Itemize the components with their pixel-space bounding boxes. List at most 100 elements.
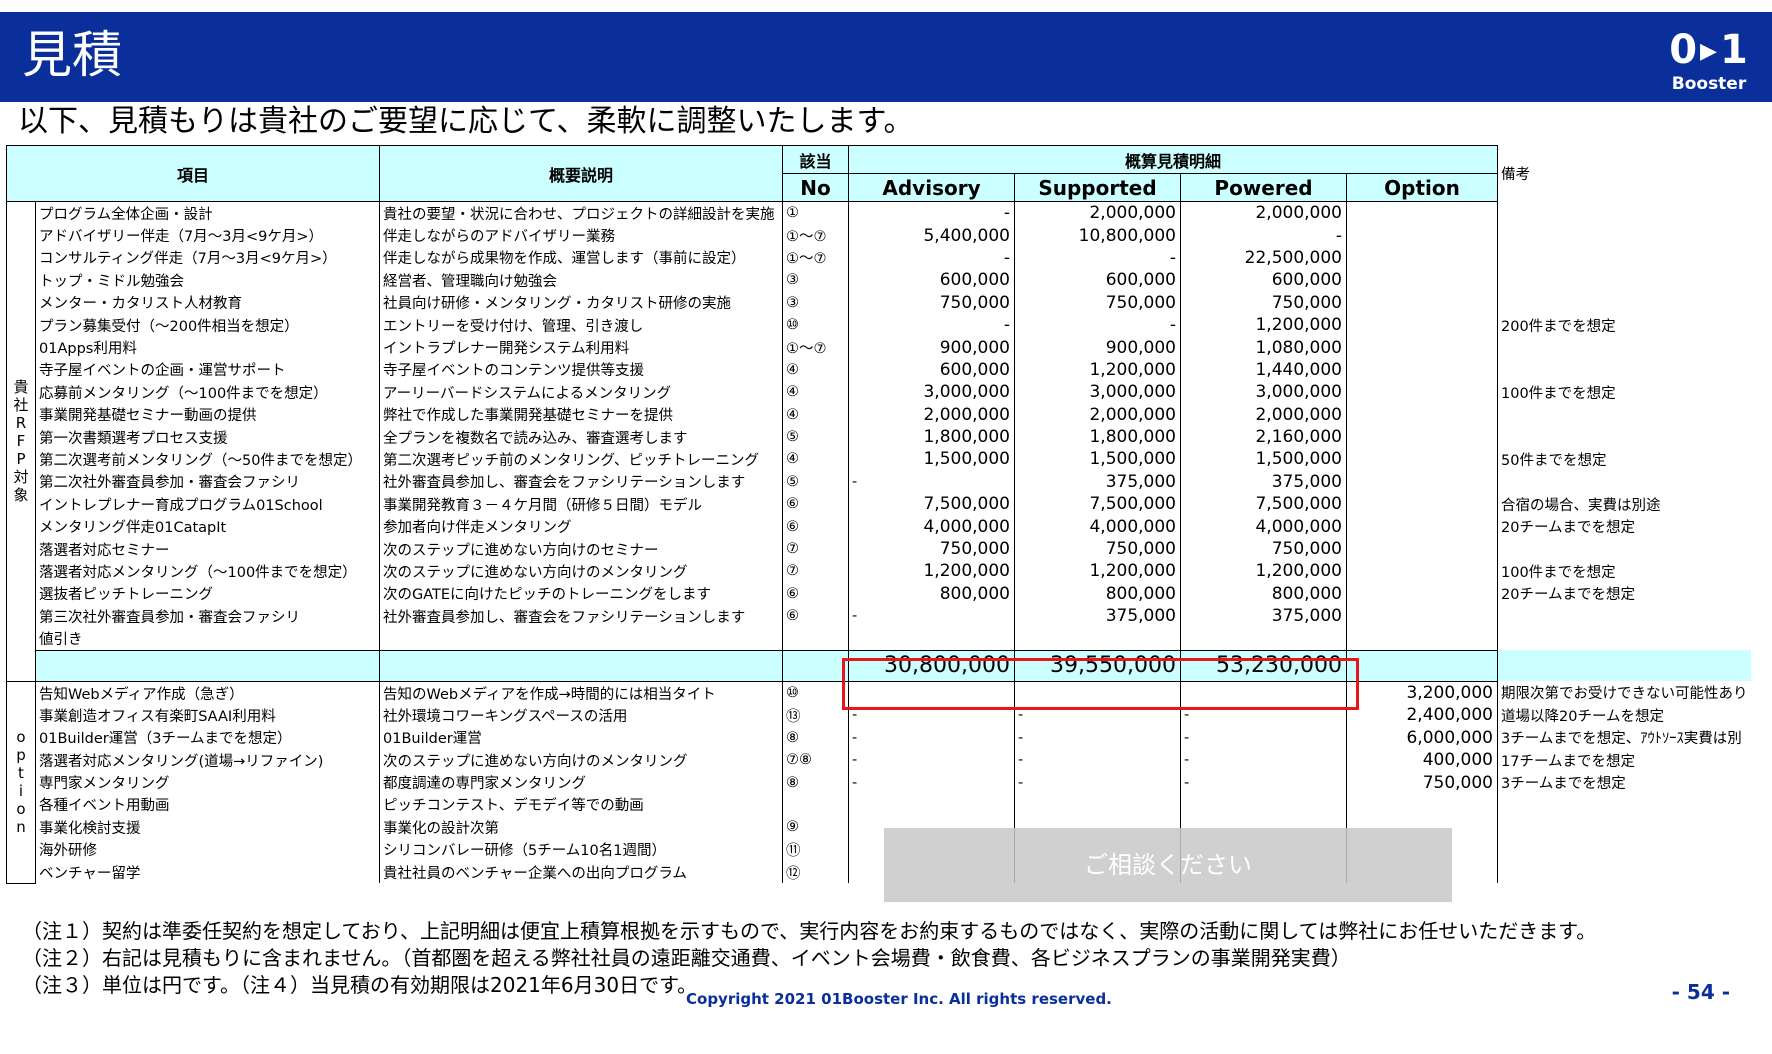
cell-desc: 全プランを複数名で読み込み、審査選考します (379, 425, 783, 449)
option-section: o p t i o n 告知Webメディア作成（急ぎ） 告知のWebメディアを作成→時間的には… (6, 680, 1751, 884)
total-item (35, 649, 380, 682)
cell-no: ⑥ (782, 605, 849, 628)
cell-item: 落選者対応メンタリング（～100件までを想定） (35, 560, 380, 583)
cell-option (1346, 269, 1498, 292)
cell-desc: 告知のWebメディアを作成→時間的には相当タイト (379, 681, 783, 705)
cell-note (1498, 336, 1751, 358)
cell-desc: 寺子屋イベントのコンテンツ提供等支援 (379, 358, 783, 382)
cell-note: 期限次第でお受けできない可能性あり (1501, 686, 1748, 703)
cell-option (1346, 582, 1498, 606)
cell-powered: - (1180, 224, 1347, 247)
total-desc (379, 649, 783, 682)
cell-advisory: 4,000,000 (848, 515, 1015, 538)
cell-advisory: 5,400,000 (848, 224, 1015, 247)
cell-no: ①～⑦ (782, 336, 849, 359)
cell-no (782, 793, 849, 817)
cell-powered: 800,000 (1180, 582, 1347, 606)
cell-option: 2,400,000 (1346, 704, 1498, 727)
total-no (782, 649, 849, 682)
header-option: Option (1346, 173, 1498, 202)
copyright: Copyright 2021 01Booster Inc. All rights… (686, 990, 1112, 1008)
cell-no: ④ (782, 403, 849, 426)
cell-item: 第一次書類選考プロセス支援 (35, 425, 380, 449)
cell-option (1346, 358, 1498, 382)
cell-option (1346, 448, 1498, 471)
cell-advisory: 3,000,000 (848, 381, 1015, 404)
cell-item: 専門家メンタリング (35, 771, 380, 794)
cell-powered: 1,500,000 (1180, 448, 1347, 471)
cell-item: 01Builder運営（3チームまでを想定） (35, 726, 380, 749)
header-advisory: Advisory (848, 173, 1015, 202)
cell-advisory: - (848, 748, 1015, 772)
cell-powered (1180, 627, 1347, 651)
cell-item: 事業創造オフィス有楽町SAAI利用料 (35, 704, 380, 727)
cell-advisory: 1,800,000 (848, 425, 1015, 449)
cell-supported: 10,800,000 (1014, 224, 1181, 247)
cell-advisory: - (848, 605, 1015, 628)
cell-no: ①～⑦ (782, 246, 849, 270)
cell-desc: 弊社で作成した事業開発基礎セミナーを提供 (379, 403, 783, 426)
cell-desc: 伴走しながら成果物を作成、運営します（事前に設定） (379, 246, 783, 270)
table-row: ベンチャー留学 貴社社員のベンチャー企業への出向プログラム ⑫ (7, 860, 1751, 884)
cell-powered: - (1180, 748, 1347, 772)
cell-desc: エントリーを受け付け、管理、引き渡し (379, 313, 783, 337)
cell-powered: 750,000 (1180, 537, 1347, 561)
cell-item: ベンチャー留学 (35, 860, 380, 884)
cell-option (1346, 470, 1498, 494)
cell-no: ⑥ (782, 493, 849, 516)
cell-note: 合宿の場合、実費は別途 (1501, 497, 1661, 514)
option-side-label: option (6, 680, 36, 884)
cell-option (1346, 425, 1498, 449)
table-row: 第三次社外審査員参加・審査会ファシリ 社外審査員参加し、審査会をファシリテーション… (7, 605, 1751, 628)
cell-desc: シリコンバレー研修（5チーム10名1週間） (379, 838, 783, 861)
cell-option (1346, 537, 1498, 561)
cell-no: ⑤ (782, 425, 849, 449)
cell-option (1346, 246, 1498, 270)
table-row: 落選者対応メンタリング（～100件までを想定） 次のステップに進めない方向けのメン… (7, 560, 1751, 583)
cell-advisory: 600,000 (848, 358, 1015, 382)
table-row: アドバイザリー伴走（7月～3月<9ケ月>） 伴走しながらのアドバイザリー業務 ①～⑦… (7, 224, 1751, 247)
cell-supported (1014, 627, 1181, 651)
cell-advisory: 7,500,000 (848, 493, 1015, 516)
total-option (1346, 649, 1498, 682)
estimate-table: 項目 概要説明 該当 概算見積明細 備考 No Advisory Support… (6, 145, 1751, 884)
cell-option (1346, 793, 1498, 817)
table-row: 各種イベント用動画 ピッチコンテスト、デモデイ等での動画 (7, 793, 1751, 817)
cell-powered: 4,000,000 (1180, 515, 1347, 538)
cell-desc: 貴社の要望・状況に合わせ、プロジェクトの詳細設計を実施 (379, 201, 783, 225)
cell-note: 20チームまでを想定 (1501, 587, 1636, 604)
cell-desc: 参加者向け伴走メンタリング (379, 515, 783, 538)
cell-no: ⑧ (782, 726, 849, 749)
cell-supported: 1,800,000 (1014, 425, 1181, 449)
cell-option (1346, 605, 1498, 628)
page-title: 見積 (22, 26, 122, 84)
cell-no: ①～⑦ (782, 224, 849, 247)
cell-no: ① (782, 201, 849, 225)
cell-advisory (848, 627, 1015, 651)
cell-advisory: 600,000 (848, 269, 1015, 292)
cell-supported: 375,000 (1014, 470, 1181, 494)
cell-supported (1014, 793, 1181, 817)
cell-supported: - (1014, 748, 1181, 772)
table-row: 事業開発基礎セミナー動画の提供 弊社で作成した事業開発基礎セミナーを提供 ④ 2,00… (7, 403, 1751, 426)
table-row: 専門家メンタリング 都度調達の専門家メンタリング ⑧ - - -750,000 3チームまで… (7, 771, 1751, 794)
cell-item: 各種イベント用動画 (35, 793, 380, 817)
cell-option: 750,000 (1346, 771, 1498, 794)
cell-supported: 7,500,000 (1014, 493, 1181, 516)
cell-desc: 社外環境コワーキングスペースの活用 (379, 704, 783, 727)
table-row: 選抜者ピッチトレーニング 次のGATEに向けたピッチのトレーニングをします ⑥ 800… (7, 582, 1751, 606)
cell-note (1498, 605, 1751, 627)
footnotes: （注１）契約は準委任契約を想定しており、上記明細は便宜上積算根拠を示すもので、実… (22, 918, 1596, 999)
cell-no: ⑥ (782, 582, 849, 606)
cell-no: ⑩ (782, 681, 849, 705)
cell-supported: 900,000 (1014, 336, 1181, 359)
rfp-section: 貴社 R F P 対象プログラム全体企画・設計 貴社の要望・状況に合わせ、プロジェクトの詳… (6, 201, 1751, 682)
cell-note (1498, 816, 1751, 838)
cell-no: ⑧ (782, 771, 849, 794)
cell-note (1498, 426, 1751, 448)
cell-desc: 次のステップに進めない方向けのメンタリング (379, 560, 783, 583)
cell-desc: 第二次選考ピッチ前のメンタリング、ピッチトレーニング (379, 448, 783, 471)
cell-advisory: - (848, 470, 1015, 494)
cell-powered: 1,080,000 (1180, 336, 1347, 359)
total-highlight-box (842, 658, 1359, 710)
